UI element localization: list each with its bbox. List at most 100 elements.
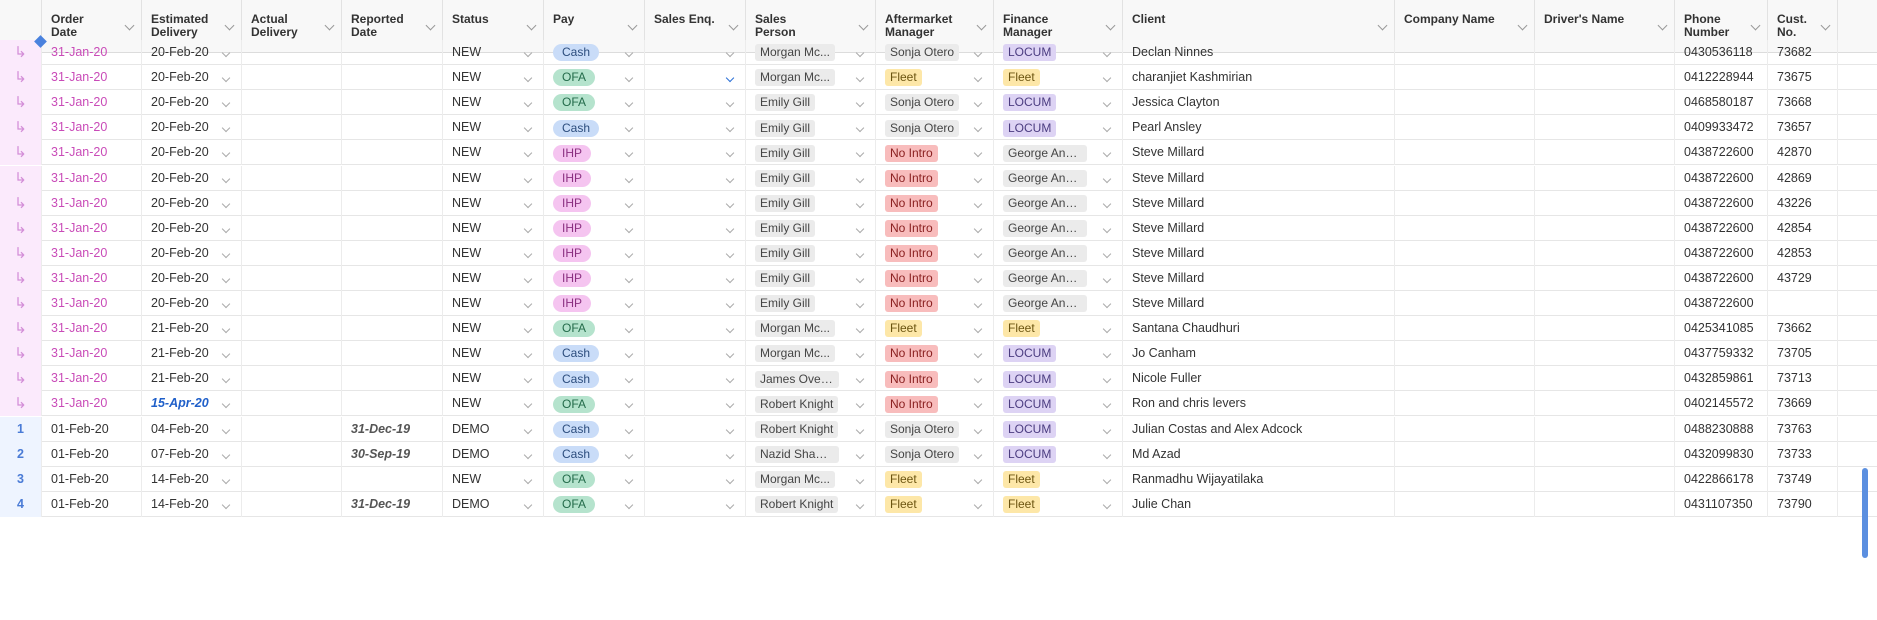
cell-sales-enq[interactable] <box>645 416 746 442</box>
cell-actual-delivery[interactable] <box>242 190 342 216</box>
cell-aftermarket[interactable]: No Intro <box>876 240 994 266</box>
cell-status[interactable]: NEW <box>443 115 544 141</box>
cell-phone[interactable]: 0468580187 <box>1675 90 1768 116</box>
chevron-down-icon[interactable] <box>221 450 231 459</box>
cell-sales-enq[interactable] <box>645 40 746 66</box>
cell-reported-date[interactable] <box>342 240 443 266</box>
cell-order-date[interactable]: 31-Jan-20 <box>42 391 142 417</box>
chevron-down-icon[interactable] <box>973 73 983 83</box>
cell-finance[interactable]: LOCUM <box>994 416 1123 442</box>
cell-status[interactable]: NEW <box>443 40 544 66</box>
cell-finance[interactable]: Fleet <box>994 491 1123 517</box>
cell-aftermarket[interactable]: No Intro <box>876 341 994 367</box>
chevron-down-icon[interactable] <box>221 249 231 259</box>
cell-pay[interactable]: Cash <box>544 341 645 367</box>
chevron-down-icon[interactable] <box>624 48 634 58</box>
chevron-down-icon[interactable] <box>224 20 235 31</box>
chevron-down-icon[interactable] <box>973 400 983 409</box>
cell-est-delivery[interactable]: 20-Feb-20 <box>142 65 242 91</box>
chevron-down-icon[interactable] <box>624 324 634 334</box>
cell-aftermarket[interactable]: No Intro <box>876 366 994 392</box>
cell-reported-date[interactable] <box>342 215 443 241</box>
chevron-down-icon[interactable] <box>624 73 634 83</box>
chevron-down-icon[interactable] <box>523 450 533 459</box>
chevron-down-icon[interactable] <box>624 274 634 284</box>
cell-phone[interactable]: 0438722600 <box>1675 215 1768 241</box>
cell-order-date[interactable]: 31-Jan-20 <box>42 90 142 116</box>
cell-order-date[interactable]: 31-Jan-20 <box>42 240 142 266</box>
cell-aftermarket[interactable]: No Intro <box>876 190 994 216</box>
cell-pay[interactable]: OFA <box>544 316 645 342</box>
cell-client[interactable]: Steve Millard <box>1123 240 1395 266</box>
cell-cust-no[interactable]: 73713 <box>1768 366 1838 392</box>
chevron-down-icon[interactable] <box>523 174 533 183</box>
row-child-arrow-icon[interactable]: ↳ <box>0 391 42 417</box>
row-child-arrow-icon[interactable]: ↳ <box>0 115 42 141</box>
cell-actual-delivery[interactable] <box>242 165 342 191</box>
cell-sales-enq[interactable] <box>645 265 746 291</box>
chevron-down-icon[interactable] <box>725 124 735 133</box>
chevron-down-icon[interactable] <box>855 48 865 58</box>
chevron-down-icon[interactable] <box>1102 324 1112 334</box>
cell-driver[interactable] <box>1535 316 1675 342</box>
cell-pay[interactable]: Cash <box>544 115 645 141</box>
chevron-down-icon[interactable] <box>523 299 533 309</box>
chevron-down-icon[interactable] <box>1102 48 1112 58</box>
cell-phone[interactable]: 0422866178 <box>1675 466 1768 492</box>
cell-est-delivery[interactable]: 20-Feb-20 <box>142 190 242 216</box>
cell-est-delivery[interactable]: 20-Feb-20 <box>142 265 242 291</box>
cell-finance[interactable]: George Ana... <box>994 215 1123 241</box>
chevron-down-icon[interactable] <box>725 475 735 484</box>
cell-reported-date[interactable] <box>342 366 443 392</box>
cell-sales-enq[interactable] <box>645 190 746 216</box>
cell-company[interactable] <box>1395 265 1535 291</box>
cell-phone[interactable]: 0438722600 <box>1675 291 1768 317</box>
chevron-down-icon[interactable] <box>855 199 865 208</box>
cell-cust-no[interactable]: 43729 <box>1768 265 1838 291</box>
cell-order-date[interactable]: 01-Feb-20 <box>42 416 142 442</box>
cell-driver[interactable] <box>1535 491 1675 517</box>
cell-company[interactable] <box>1395 491 1535 517</box>
table-row[interactable]: ↳ 31-Jan-20 20-Feb-20 NEW OFA Emily Gill Sonja… <box>0 90 1877 116</box>
cell-order-date[interactable]: 01-Feb-20 <box>42 441 142 467</box>
cell-company[interactable] <box>1395 90 1535 116</box>
cell-finance[interactable]: George Ana... <box>994 140 1123 166</box>
cell-driver[interactable] <box>1535 115 1675 141</box>
chevron-down-icon[interactable] <box>221 425 231 434</box>
row-child-arrow-icon[interactable]: ↳ <box>0 341 42 367</box>
table-row[interactable]: ↳ 31-Jan-20 21-Feb-20 NEW OFA Morgan Mc... Fle… <box>0 316 1877 342</box>
table-row[interactable]: ↳ 31-Jan-20 15-Apr-20 NEW OFA Robert Knight No… <box>0 391 1877 417</box>
cell-driver[interactable] <box>1535 265 1675 291</box>
cell-client[interactable]: charanjiet Kashmirian <box>1123 65 1395 91</box>
cell-aftermarket[interactable]: No Intro <box>876 140 994 166</box>
chevron-down-icon[interactable] <box>855 349 865 359</box>
chevron-down-icon[interactable] <box>1105 20 1116 31</box>
cell-status[interactable]: NEW <box>443 90 544 116</box>
cell-company[interactable] <box>1395 40 1535 66</box>
chevron-down-icon[interactable] <box>523 375 533 384</box>
chevron-down-icon[interactable] <box>855 224 865 233</box>
table-row[interactable]: ↳ 31-Jan-20 21-Feb-20 NEW Cash Morgan Mc... No… <box>0 341 1877 367</box>
cell-client[interactable]: Pearl Ansley <box>1123 115 1395 141</box>
chevron-down-icon[interactable] <box>523 224 533 233</box>
cell-finance[interactable]: LOCUM <box>994 391 1123 417</box>
cell-sales-person[interactable]: Emily Gill <box>746 240 876 266</box>
cell-driver[interactable] <box>1535 366 1675 392</box>
cell-reported-date[interactable]: 31-Dec-19 <box>342 416 443 442</box>
cell-est-delivery[interactable]: 21-Feb-20 <box>142 366 242 392</box>
cell-aftermarket[interactable]: Sonja Otero <box>876 416 994 442</box>
row-child-arrow-icon[interactable]: ↳ <box>0 165 42 191</box>
cell-finance[interactable]: George Ana... <box>994 240 1123 266</box>
chevron-down-icon[interactable] <box>624 475 634 484</box>
cell-sales-enq[interactable] <box>645 316 746 342</box>
chevron-down-icon[interactable] <box>855 375 865 384</box>
row-number[interactable]: 2 <box>0 441 42 467</box>
cell-phone[interactable]: 0409933472 <box>1675 115 1768 141</box>
chevron-down-icon[interactable] <box>624 400 634 409</box>
cell-actual-delivery[interactable] <box>242 391 342 417</box>
cell-cust-no[interactable]: 73790 <box>1768 491 1838 517</box>
chevron-down-icon[interactable] <box>973 48 983 58</box>
chevron-down-icon[interactable] <box>1102 224 1112 233</box>
cell-pay[interactable]: Cash <box>544 416 645 442</box>
chevron-down-icon[interactable] <box>221 124 231 133</box>
